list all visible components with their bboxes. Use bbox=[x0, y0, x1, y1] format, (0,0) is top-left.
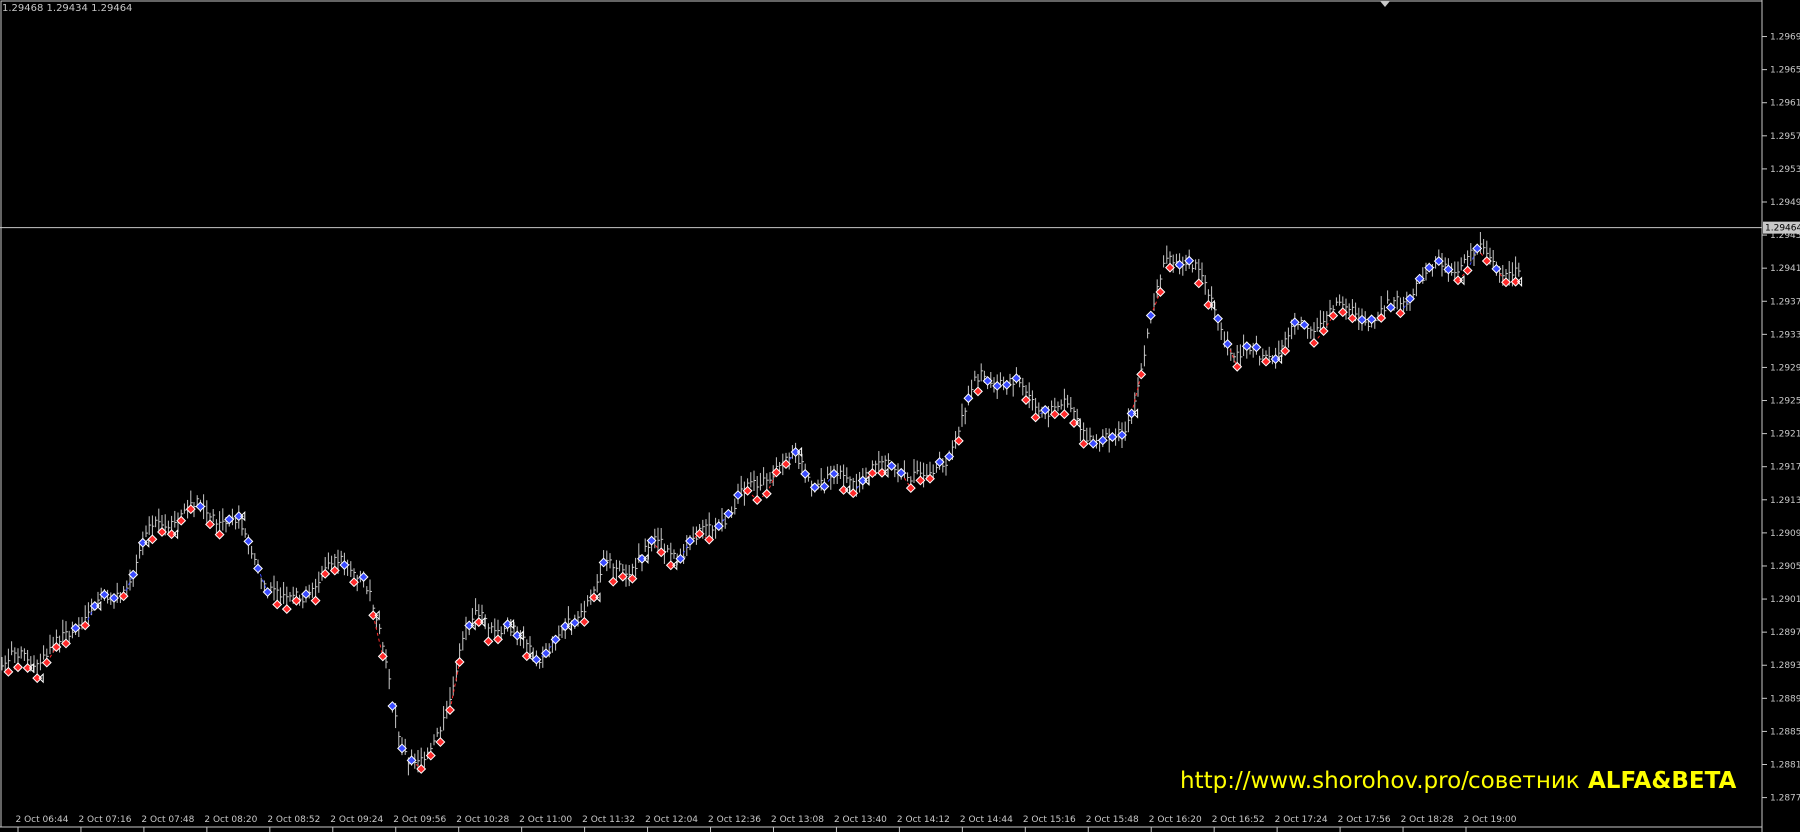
price-tick-label: 1.28815 bbox=[1770, 761, 1800, 771]
time-tick-label: 2 Oct 10:28 bbox=[456, 815, 509, 825]
time-tick-label: 2 Oct 09:56 bbox=[393, 815, 446, 825]
time-tick-label: 2 Oct 18:28 bbox=[1401, 815, 1454, 825]
price-tick-label: 1.28935 bbox=[1770, 661, 1800, 671]
price-tick-label: 1.29615 bbox=[1770, 99, 1800, 109]
time-tick-label: 2 Oct 08:20 bbox=[204, 815, 257, 825]
price-tick-label: 1.29095 bbox=[1770, 529, 1800, 539]
price-tick-label: 1.29535 bbox=[1770, 165, 1800, 175]
time-tick-label: 2 Oct 13:08 bbox=[771, 815, 824, 825]
price-tick-label: 1.29415 bbox=[1770, 264, 1800, 274]
price-tick-label: 1.28895 bbox=[1770, 694, 1800, 704]
time-tick-label: 2 Oct 17:24 bbox=[1275, 815, 1328, 825]
watermark-url: http://www.shorohov.pro/ bbox=[1180, 768, 1469, 794]
time-tick-label: 2 Oct 16:52 bbox=[1212, 815, 1265, 825]
chart-shift-marker-icon[interactable] bbox=[1380, 1, 1390, 7]
price-tick-label: 1.29215 bbox=[1770, 430, 1800, 440]
time-tick-label: 2 Oct 08:52 bbox=[267, 815, 320, 825]
current-price-value: 1.29464 bbox=[1765, 224, 1800, 234]
time-tick-label: 2 Oct 15:48 bbox=[1086, 815, 1139, 825]
price-tick-label: 1.29375 bbox=[1770, 297, 1800, 307]
watermark-russian-label: советник bbox=[1468, 768, 1580, 794]
price-tick-label: 1.28975 bbox=[1770, 628, 1800, 638]
time-tick-label: 2 Oct 12:04 bbox=[645, 815, 698, 825]
price-tick-label: 1.29015 bbox=[1770, 595, 1800, 605]
time-tick-label: 2 Oct 15:16 bbox=[1023, 815, 1076, 825]
time-tick-label: 2 Oct 13:40 bbox=[834, 815, 887, 825]
time-tick-label: 2 Oct 07:16 bbox=[78, 815, 131, 825]
time-tick-label: 2 Oct 14:12 bbox=[897, 815, 950, 825]
time-tick-label: 2 Oct 14:44 bbox=[960, 815, 1013, 825]
price-tick-label: 1.29135 bbox=[1770, 496, 1800, 506]
time-tick-label: 2 Oct 19:00 bbox=[1464, 815, 1517, 825]
time-tick-label: 2 Oct 07:48 bbox=[141, 815, 194, 825]
price-tick-label: 1.29695 bbox=[1770, 33, 1800, 43]
time-tick-label: 2 Oct 11:00 bbox=[519, 815, 572, 825]
price-tick-label: 1.29055 bbox=[1770, 562, 1800, 572]
price-chart[interactable]: 1.29695 1.29655 1.29615 1.29575 1.29535 1.294… bbox=[0, 0, 1800, 832]
price-tick-label: 1.29655 bbox=[1770, 66, 1800, 76]
price-tick-label: 1.28855 bbox=[1770, 727, 1800, 737]
ohlc-readout: 1.29468 1.29434 1.29464 bbox=[2, 3, 133, 14]
price-tick-label: 1.28775 bbox=[1770, 794, 1800, 804]
time-tick-label: 2 Oct 11:32 bbox=[582, 815, 635, 825]
price-tick-label: 1.29175 bbox=[1770, 463, 1800, 473]
price-tick-label: 1.29295 bbox=[1770, 363, 1800, 373]
time-tick-label: 2 Oct 09:24 bbox=[330, 815, 383, 825]
time-tick-label: 2 Oct 16:20 bbox=[1149, 815, 1202, 825]
price-tick-label: 1.29575 bbox=[1770, 132, 1800, 142]
watermark-product-name: ALFA&BETA bbox=[1588, 768, 1737, 794]
time-tick-label: 2 Oct 17:56 bbox=[1338, 815, 1391, 825]
price-tick-label: 1.29495 bbox=[1770, 198, 1800, 208]
price-tick-label: 1.29255 bbox=[1770, 397, 1800, 407]
time-tick-label: 2 Oct 12:36 bbox=[708, 815, 761, 825]
price-tick-label: 1.29335 bbox=[1770, 330, 1800, 340]
time-tick-label: 2 Oct 06:44 bbox=[16, 815, 69, 825]
